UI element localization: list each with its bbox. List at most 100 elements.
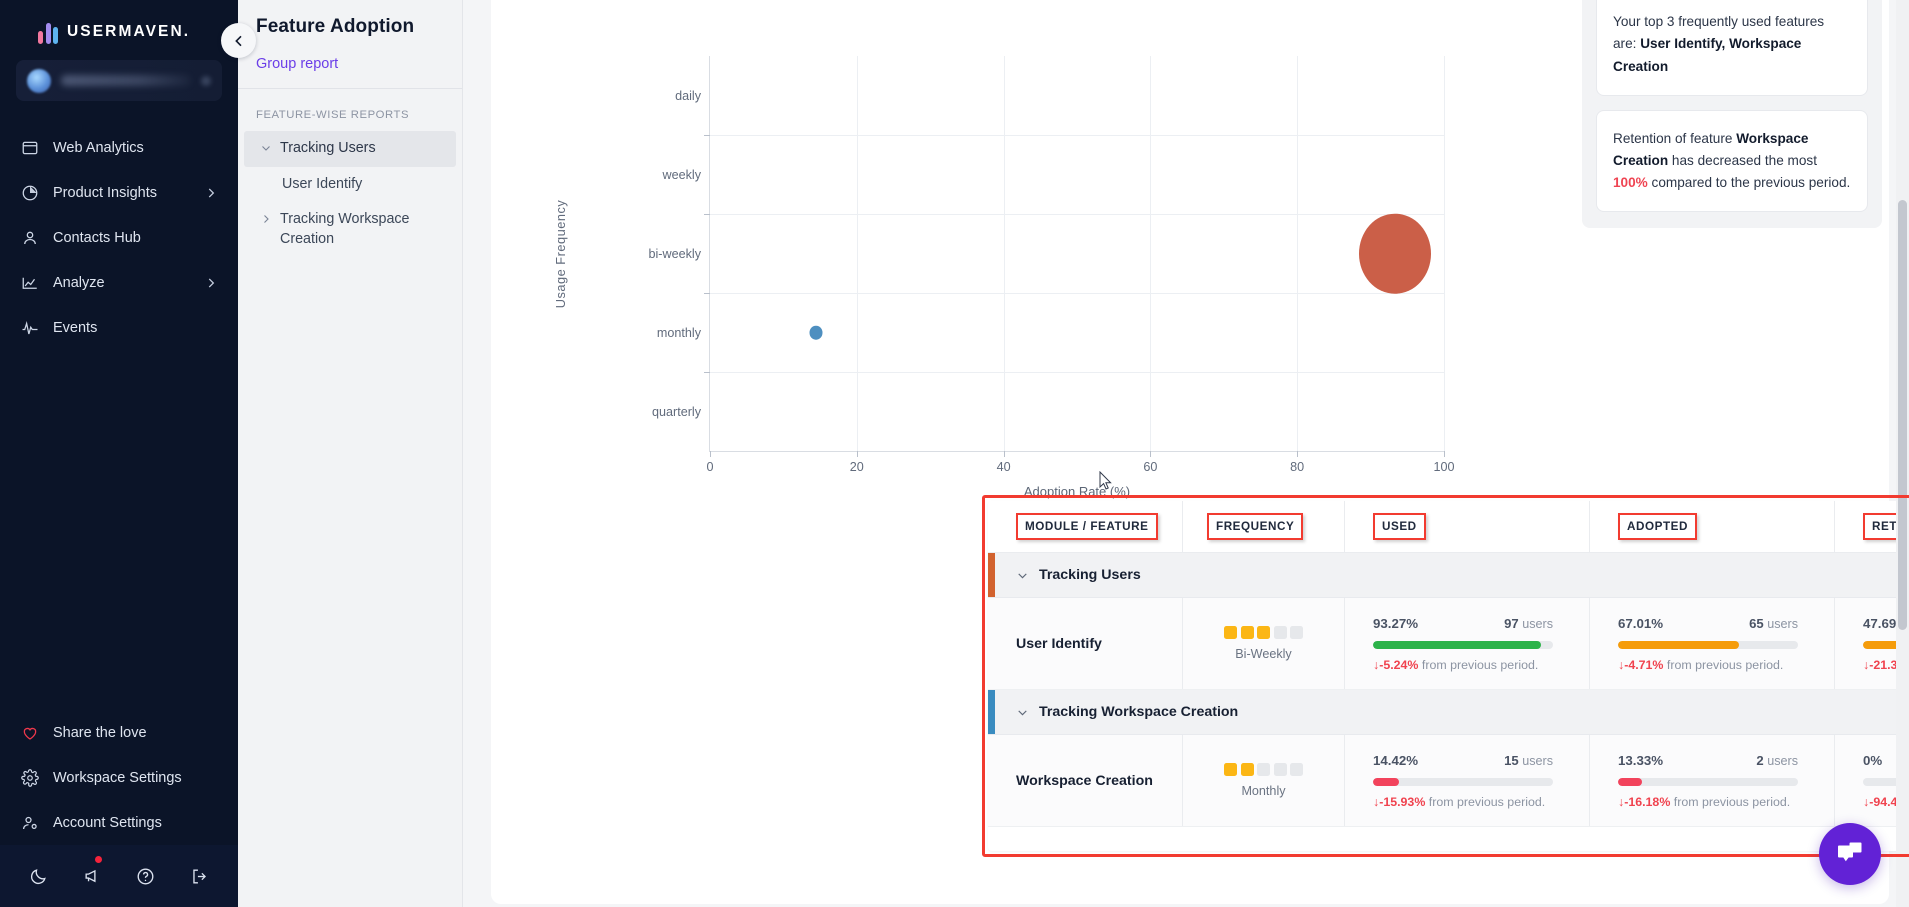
table-group-header[interactable]: Tracking Users xyxy=(988,553,1909,598)
chevron-down-icon[interactable] xyxy=(1016,706,1029,719)
table-group-header[interactable]: Tracking Workspace Creation xyxy=(988,690,1909,735)
chevron-down-icon xyxy=(260,142,272,154)
feature-name-label: Workspace Creation xyxy=(1016,773,1182,789)
page-title: Feature Adoption xyxy=(238,16,462,38)
logout-icon[interactable] xyxy=(190,867,209,886)
sidebar-item-label: Share the love xyxy=(53,725,147,741)
sidebar-item-share-the-love[interactable]: Share the love xyxy=(0,710,238,755)
chart-bubble-point[interactable] xyxy=(809,325,822,340)
frequency-label: Bi-Weekly xyxy=(1235,647,1291,661)
pie-chart-icon xyxy=(20,183,39,202)
metric-user-count: 97 users xyxy=(1504,616,1553,631)
chart-y-tick-mark xyxy=(704,293,710,294)
window-icon xyxy=(20,138,39,157)
metric-percent: 13.33% xyxy=(1618,753,1663,768)
insight-emphasis: User Identify, Workspace Creation xyxy=(1613,36,1801,73)
feature-name-label: User Identify xyxy=(1016,636,1182,652)
column-header-adopted[interactable]: ADOPTED xyxy=(1589,501,1834,552)
frequency-block xyxy=(1290,626,1303,639)
chart-gridline-vertical xyxy=(1297,56,1298,451)
help-circle-icon[interactable] xyxy=(136,867,155,886)
metric-percent: 93.27% xyxy=(1373,616,1418,631)
chart-y-axis-title: Usage Frequency xyxy=(553,199,568,308)
frequency-block xyxy=(1274,626,1287,639)
cell-frequency: Monthly xyxy=(1182,735,1344,826)
report-item-label: User Identify xyxy=(282,175,362,195)
frequency-label: Monthly xyxy=(1241,784,1285,798)
column-header-frequency[interactable]: FREQUENCY xyxy=(1182,501,1344,552)
cell-feature-name: Workspace Creation xyxy=(988,735,1182,826)
chart-bubble-point[interactable] xyxy=(1359,213,1431,294)
cell-adopted: 13.33%2 users↓-16.18% from previous peri… xyxy=(1589,735,1834,826)
moon-icon[interactable] xyxy=(29,867,48,886)
progress-bar-fill xyxy=(1373,778,1399,786)
sidebar-item-label: Events xyxy=(53,320,97,336)
vertical-scrollbar-track[interactable] xyxy=(1896,0,1909,907)
chart-x-tick-mark xyxy=(857,451,858,457)
insight-card-retention-drop: Retention of feature Workspace Creation … xyxy=(1596,110,1868,212)
megaphone-icon[interactable] xyxy=(83,867,102,886)
section-label-feature-wise-reports: FEATURE-WISE REPORTS xyxy=(238,89,462,131)
sidebar-item-web-analytics[interactable]: Web Analytics xyxy=(0,125,238,170)
sidebar-collapse-button[interactable] xyxy=(221,23,256,58)
sidebar-item-account-settings[interactable]: Account Settings xyxy=(0,800,238,845)
sidebar-item-events[interactable]: Events xyxy=(0,305,238,350)
metric-user-count: 65 users xyxy=(1749,616,1798,631)
gear-icon xyxy=(20,768,39,787)
table-row: User Identify Bi-Weekly 93.27% 97 users ↓-5.… xyxy=(988,598,1909,690)
sidebar-item-product-insights[interactable]: Product Insights xyxy=(0,170,238,215)
vertical-scrollbar-thumb[interactable] xyxy=(1898,200,1907,630)
report-item-tracking-workspace-creation[interactable]: Tracking Workspace Creation xyxy=(244,202,456,257)
notification-badge xyxy=(93,854,104,865)
chart-y-tick-label: weekly xyxy=(663,168,702,182)
sidebar-footer xyxy=(0,845,238,907)
chevron-down-icon xyxy=(201,76,211,86)
report-item-user-identify[interactable]: User Identify xyxy=(244,167,456,203)
chart-y-tick-label: quarterly xyxy=(652,405,701,419)
chart-x-tick-mark xyxy=(1150,451,1151,457)
chevron-right-icon xyxy=(260,213,272,225)
column-header-label: USED xyxy=(1373,513,1426,540)
frequency-blocks xyxy=(1224,626,1303,639)
sidebar-item-workspace-settings[interactable]: Workspace Settings xyxy=(0,755,238,800)
cell-used: 93.27%97 users↓-5.24% from previous peri… xyxy=(1344,598,1589,689)
group-accent-bar xyxy=(988,553,995,597)
chart-y-tick-label: bi-weekly xyxy=(649,247,702,261)
chevron-down-icon[interactable] xyxy=(1016,569,1029,582)
sidebar-item-label: Analyze xyxy=(53,275,105,291)
cell-frequency: Bi-Weekly xyxy=(1182,598,1344,689)
table-body: Tracking Users User Identify Bi-Weekly 93.2… xyxy=(988,553,1909,827)
sidebar-item-analyze[interactable]: Analyze xyxy=(0,260,238,305)
delta-down-icon: ↓-5.24% xyxy=(1373,658,1418,672)
report-item-tracking-users[interactable]: Tracking Users xyxy=(244,131,456,167)
frequency-block xyxy=(1241,763,1254,776)
chart-gridline-horizontal xyxy=(710,135,1444,136)
progress-bar-track xyxy=(1373,641,1553,649)
progress-bar-fill xyxy=(1618,778,1642,786)
metric-user-count: 2 users xyxy=(1756,753,1798,768)
group-name: Tracking Workspace Creation xyxy=(1039,704,1238,720)
insight-text: Retention of feature xyxy=(1613,131,1736,146)
chart-gridline-vertical xyxy=(1150,56,1151,451)
metric-percent: 67.01% xyxy=(1618,616,1663,631)
column-header-used[interactable]: USED xyxy=(1344,501,1589,552)
sidebar-item-contacts-hub[interactable]: Contacts Hub xyxy=(0,215,238,260)
cell-adopted: 67.01%65 users↓-4.71% from previous peri… xyxy=(1589,598,1834,689)
chat-launcher-button[interactable] xyxy=(1819,823,1881,885)
frequency-block xyxy=(1274,763,1287,776)
report-item-label: Tracking Users xyxy=(280,139,376,159)
group-report-link[interactable]: Group report xyxy=(238,38,462,88)
insight-text: compared to the previous period. xyxy=(1648,175,1851,190)
sidebar-item-label: Account Settings xyxy=(53,815,162,831)
main-sidebar: USERMAVEN. Web Analytics Product Insight… xyxy=(0,0,238,907)
insights-panel: The most used feature is: "User Identify… xyxy=(1582,0,1882,228)
workspace-switcher[interactable] xyxy=(16,60,222,101)
metric-percent: 14.42% xyxy=(1373,753,1418,768)
chart-gridline-vertical xyxy=(857,56,858,451)
metric-user-count: 15 users xyxy=(1504,753,1553,768)
column-header-module-feature[interactable]: MODULE / FEATURE xyxy=(988,501,1182,552)
chart-x-tick-mark xyxy=(1004,451,1005,457)
insight-percent: 100% xyxy=(1613,175,1648,190)
delta-down-icon: ↓-16.18% xyxy=(1618,795,1670,809)
frequency-block xyxy=(1257,763,1270,776)
